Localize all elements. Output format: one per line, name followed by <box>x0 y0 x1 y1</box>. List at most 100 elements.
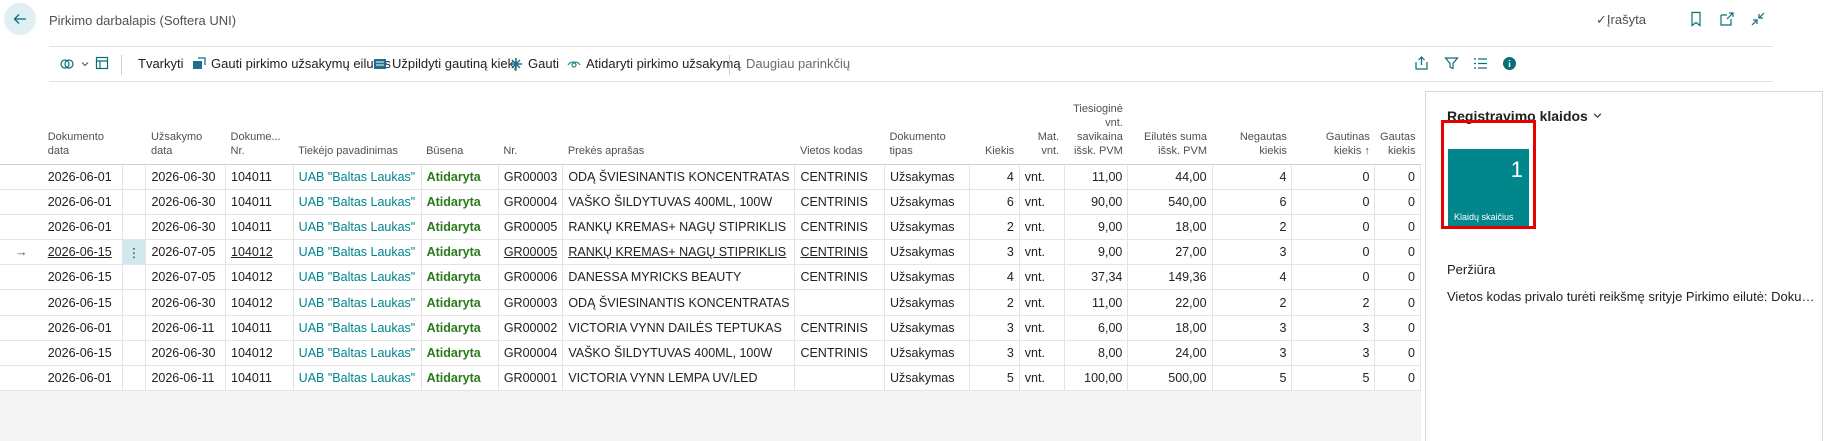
cell-no[interactable]: GR00006 <box>498 264 564 291</box>
cell-vendor[interactable]: UAB "Baltas Laukas" <box>293 365 422 392</box>
cell-uom: vnt. <box>1019 189 1065 215</box>
copilot-icon <box>60 59 74 69</box>
cell-vendor[interactable]: UAB "Baltas Laukas" <box>293 340 422 367</box>
cell-no[interactable]: GR00004 <box>498 189 564 215</box>
copilot-dropdown[interactable] <box>59 56 90 72</box>
edit-button[interactable]: Tvarkyti <box>138 56 184 71</box>
cell-no[interactable]: GR00003 <box>498 164 564 190</box>
cell-doc-type: Užsakymas <box>884 340 971 367</box>
preview-text[interactable]: Vietos kodas privalo turėti reikšmę srit… <box>1447 289 1817 304</box>
column-header-unit-cost[interactable]: Tiesioginė vnt. savikaina išsk. PVM <box>1064 96 1128 165</box>
column-header-doc-type[interactable]: Dokumento tipas <box>884 96 970 165</box>
cell-vendor[interactable]: UAB "Baltas Laukas" <box>293 214 422 241</box>
cell-row-menu[interactable] <box>122 340 147 367</box>
table-row[interactable]: 2026-06-15 2026-06-30 104012 UAB "Baltas La… <box>0 340 1421 367</box>
column-header-doc-date[interactable]: Dokumento data <box>42 96 123 165</box>
cell-qty: 4 <box>969 164 1020 190</box>
cell-unit-cost: 11,00 <box>1064 164 1129 190</box>
list-view-button[interactable] <box>1473 56 1488 71</box>
column-header-desc[interactable]: Prekės aprašas <box>562 96 795 165</box>
cell-vendor[interactable]: UAB "Baltas Laukas" <box>293 315 422 341</box>
cell-not-received: 3 <box>1212 340 1293 367</box>
column-header-location[interactable]: Vietos kodas <box>794 96 885 165</box>
more-options-button[interactable]: Daugiau parinkčių <box>746 56 850 71</box>
column-header-vendor[interactable]: Tiekėjo pavadinimas <box>293 96 422 165</box>
row-marker <box>0 289 43 316</box>
cell-row-menu[interactable] <box>122 315 147 341</box>
cell-vendor[interactable]: UAB "Baltas Laukas" <box>293 239 422 266</box>
toolbar-separator <box>729 55 730 75</box>
table-row[interactable]: 2026-06-01 2026-06-11 104011 UAB "Baltas La… <box>0 315 1421 341</box>
row-marker <box>0 189 43 215</box>
cell-row-menu[interactable] <box>122 164 147 190</box>
table-row[interactable]: 2026-06-01 2026-06-30 104011 UAB "Baltas La… <box>0 214 1421 241</box>
cell-doc-date: 2026-06-15 <box>42 264 123 291</box>
column-header-doc-no[interactable]: Dokume... Nr. <box>225 96 294 165</box>
cell-row-menu[interactable] <box>122 365 147 392</box>
column-header-qty[interactable]: Kiekis <box>969 96 1020 165</box>
cell-doc-type: Užsakymas <box>884 289 971 316</box>
cell-no[interactable]: GR00004 <box>498 340 564 367</box>
cell-row-menu[interactable]: ⋮ <box>122 239 147 266</box>
cell-row-menu[interactable] <box>122 189 147 215</box>
cell-doc-no: 104012 <box>225 289 294 316</box>
column-header-to-receive[interactable]: Gautinas kiekis ↑ <box>1291 96 1375 165</box>
cell-no[interactable]: GR00003 <box>498 289 564 316</box>
receive-button[interactable]: Gauti <box>509 56 559 71</box>
cell-not-received: 2 <box>1212 289 1293 316</box>
cell-doc-date: 2026-06-01 <box>42 214 123 241</box>
back-button[interactable] <box>4 3 36 35</box>
column-header-received[interactable]: Gautas kiekis <box>1374 96 1421 165</box>
cell-no[interactable]: GR00005 <box>498 214 564 241</box>
table-row[interactable]: 2026-06-15 2026-07-05 104012 UAB "Baltas La… <box>0 264 1421 291</box>
cell-order-date: 2026-06-11 <box>145 315 227 341</box>
column-header-no[interactable]: Nr. <box>498 96 563 165</box>
table-row[interactable]: 2026-06-01 2026-06-11 104011 UAB "Baltas La… <box>0 365 1421 392</box>
table-row[interactable]: 2026-06-01 2026-06-30 104011 UAB "Baltas La… <box>0 164 1421 190</box>
share-icon <box>1415 56 1428 70</box>
get-lines-button[interactable]: Gauti pirkimo užsakymų eilutes <box>192 56 391 71</box>
table-header-row: Dokumento data Užsakymo data Dokume... N… <box>0 96 1421 165</box>
bookmark-icon[interactable] <box>1687 10 1705 28</box>
cell-doc-date: 2026-06-01 <box>42 189 123 215</box>
cell-order-date: 2026-07-05 <box>145 239 227 266</box>
open-order-button[interactable]: Atidaryti pirkimo užsakymą <box>567 56 741 71</box>
layout-button[interactable] <box>95 56 109 70</box>
cell-not-received: 4 <box>1212 264 1293 291</box>
cell-row-menu[interactable] <box>122 214 147 241</box>
cell-uom: vnt. <box>1019 340 1065 367</box>
column-header-not-received[interactable]: Negautas kiekis <box>1212 96 1292 165</box>
cell-no[interactable]: GR00005 <box>498 239 564 266</box>
table-row[interactable]: → 2026-06-15 ⋮ 2026-07-05 104012 UAB "Baltas … <box>0 239 1421 266</box>
cell-vendor[interactable]: UAB "Baltas Laukas" <box>293 189 422 215</box>
column-header-uom[interactable]: Mat. vnt. <box>1019 96 1065 165</box>
filter-button[interactable] <box>1444 56 1459 71</box>
cell-doc-date: 2026-06-01 <box>42 365 123 392</box>
open-order-label: Atidaryti pirkimo užsakymą <box>586 56 741 71</box>
table-row[interactable]: 2026-06-01 2026-06-30 104011 UAB "Baltas La… <box>0 189 1421 215</box>
column-header-status[interactable]: Būsena <box>421 96 499 165</box>
cell-vendor[interactable]: UAB "Baltas Laukas" <box>293 264 422 291</box>
cell-unit-cost: 8,00 <box>1064 340 1129 367</box>
column-header-order-date[interactable]: Užsakymo data <box>145 96 226 165</box>
fill-qty-button[interactable]: Užpildyti gautiną kiekį <box>373 56 517 71</box>
share-button[interactable] <box>1414 56 1429 71</box>
layout-icon <box>95 56 109 70</box>
cell-desc: ODĄ ŠVIESINANTIS KONCENTRATAS <box>562 289 796 316</box>
collapse-icon[interactable] <box>1749 10 1767 28</box>
cell-row-menu[interactable] <box>122 264 147 291</box>
cell-vendor[interactable]: UAB "Baltas Laukas" <box>293 164 422 190</box>
open-new-window-icon[interactable] <box>1718 10 1736 28</box>
cell-no[interactable]: GR00002 <box>498 315 564 341</box>
info-button[interactable] <box>1502 56 1517 71</box>
cell-no[interactable]: GR00001 <box>498 365 564 392</box>
cell-order-date: 2026-06-30 <box>145 289 227 316</box>
cell-vendor[interactable]: UAB "Baltas Laukas" <box>293 289 422 316</box>
cell-row-menu[interactable] <box>122 289 147 316</box>
column-header-line-amount[interactable]: Eilutės suma išsk. PVM <box>1127 96 1213 165</box>
cell-line-amount: 18,00 <box>1127 315 1213 341</box>
table-row[interactable]: 2026-06-15 2026-06-30 104012 UAB "Baltas La… <box>0 289 1421 316</box>
cell-not-received: 5 <box>1212 365 1293 392</box>
cell-qty: 2 <box>969 214 1020 241</box>
column-header-menu <box>122 96 146 165</box>
